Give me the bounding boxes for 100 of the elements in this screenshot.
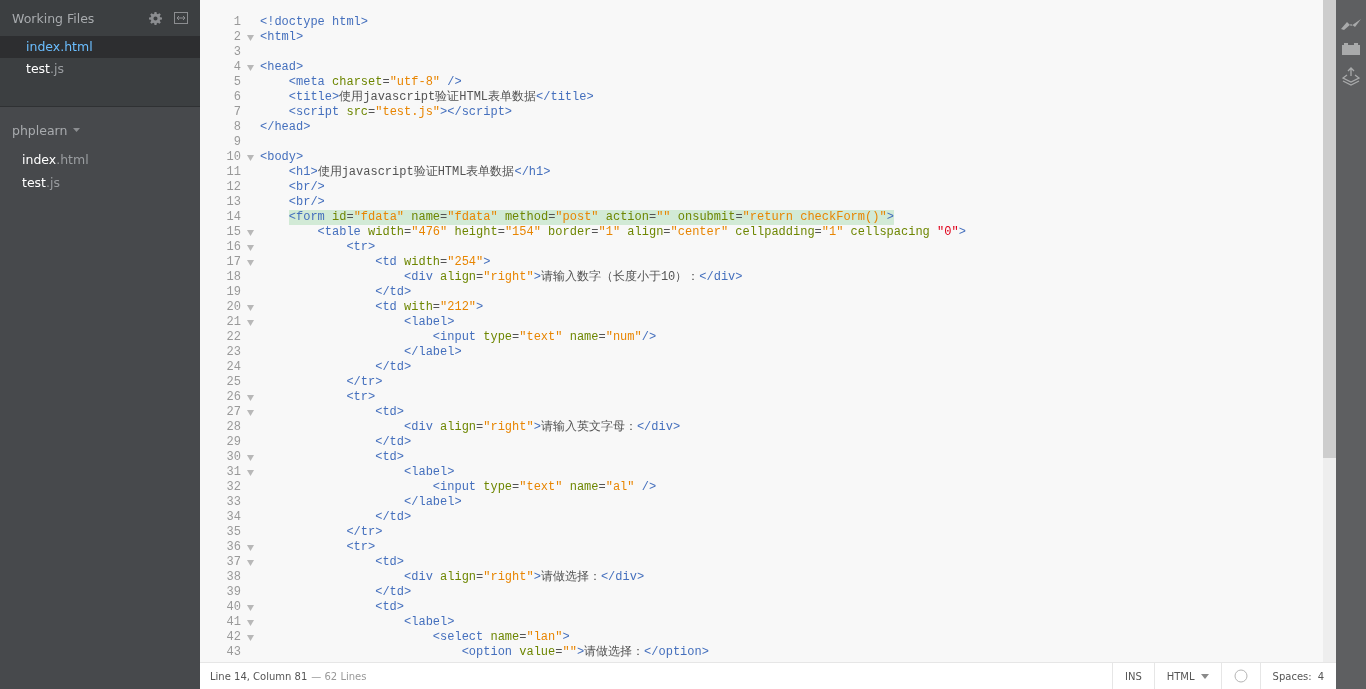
code-line: <label> [404,465,455,480]
caret-icon[interactable] [73,128,81,132]
code-line: </label> [404,495,462,510]
fold-arrow-icon[interactable] [247,604,254,611]
code-line: <option value="">请做选择：</option> [461,645,709,660]
working-files-title: Working Files [12,10,96,26]
line-number: 5 [232,75,241,90]
line-number: 38 [225,570,241,585]
fold-arrow-icon[interactable] [247,559,254,566]
code-line: <body> [260,150,304,165]
caret-icon [1200,673,1209,679]
line-number: 7 [232,105,241,120]
code-line: <table width="476" height="154" border="1" align="center" cellpadding="1" cellspacing "0"> [317,225,966,240]
cursor-position: Line 14, Column 81 [210,670,308,682]
settings-icon[interactable] [149,11,162,25]
line-number: 2 [232,30,241,45]
working-file-item[interactable]: index.html [0,36,200,58]
line-number: 28 [225,420,241,435]
code-line: </td> [375,585,412,600]
line-number: 24 [225,360,241,375]
line-number: 17 [225,255,241,270]
fold-arrow-icon[interactable] [247,229,254,236]
fold-arrow-icon[interactable] [247,544,254,551]
code-line: <label> [404,315,455,330]
line-number: 25 [225,375,241,390]
line-number: 21 [225,315,241,330]
line-number: 29 [225,435,241,450]
fold-arrow-icon[interactable] [247,409,254,416]
code-line: </td> [375,510,412,525]
code-line: <tr> [346,540,376,555]
language-dropdown[interactable]: HTML [1153,663,1221,689]
line-number: 12 [225,180,241,195]
fold-arrow-icon[interactable] [247,34,254,41]
lint-status-icon[interactable] [1233,669,1248,683]
lightning-icon[interactable] [1341,18,1361,30]
line-number: 22 [225,330,241,345]
code-line: </head> [260,120,311,135]
line-number: 13 [225,195,241,210]
fold-arrow-icon[interactable] [247,634,254,641]
scrollbar-thumb[interactable] [1323,0,1336,458]
code-line: <head> [260,60,304,75]
fold-arrow-icon[interactable] [247,319,254,326]
brick-icon[interactable] [1342,42,1360,55]
code-line: <input type="text" name="num"/> [432,330,657,345]
code-line: <div align="right">请做选择：</div> [404,570,645,585]
line-number: 40 [225,600,241,615]
project-file-item[interactable]: test.js [0,171,200,194]
fold-arrow-icon[interactable] [247,304,254,311]
line-number: 18 [225,270,241,285]
code-line: <br/> [288,195,325,210]
line-number: 19 [225,285,241,300]
fold-arrow-icon[interactable] [247,64,254,71]
project-name[interactable]: phplearn [12,122,68,138]
code-line: <input type="text" name="al" /> [432,480,657,495]
line-number: 36 [225,540,241,555]
fold-arrow-icon[interactable] [247,259,254,266]
code-line: </td> [375,435,412,450]
line-number: 30 [225,450,241,465]
line-number: 43 [225,645,241,660]
code-line: <div align="right">请输入数字（长度小于10）：</div> [404,270,743,285]
line-number: 15 [225,225,241,240]
code-line: <td> [375,555,405,570]
code-line: <td> [375,450,405,465]
fold-arrow-icon[interactable] [247,394,254,401]
project-file-item[interactable]: index.html [0,148,200,171]
line-number: 32 [225,480,241,495]
line-number: 26 [225,390,241,405]
line-number: 14 [225,210,241,225]
split-view-icon[interactable] [174,12,188,24]
line-number: 6 [232,90,241,105]
code-line: <div align="right">请输入英文字母：</div> [404,420,681,435]
line-number: 35 [225,525,241,540]
code-line: <script src="test.js"></script> [288,105,513,120]
code-line: <title>使用javascript验证HTML表单数据</title> [288,90,594,105]
fold-arrow-icon[interactable] [247,154,254,161]
indent-label: Spaces: [1272,670,1312,682]
line-number: 41 [225,615,241,630]
fold-arrow-icon[interactable] [247,619,254,626]
line-number: 39 [225,585,241,600]
insert-mode-toggle[interactable]: INS [1111,663,1154,689]
line-number: 20 [225,300,241,315]
code-line: </td> [375,360,412,375]
layers-upload-icon[interactable] [1342,67,1360,87]
fold-arrow-icon[interactable] [247,454,254,461]
code-line: <td> [375,405,405,420]
code-line: <select name="lan"> [432,630,570,645]
code-line: <tr> [346,240,376,255]
line-count: — 62 Lines [311,670,367,682]
indent-size[interactable]: 4 [1317,670,1324,682]
fold-arrow-icon[interactable] [247,469,254,476]
line-number: 10 [225,150,241,165]
code-line: <html> [260,30,304,45]
line-number: 42 [225,630,241,645]
code-line: <td> [375,600,405,615]
line-number: 23 [225,345,241,360]
fold-arrow-icon[interactable] [247,244,254,251]
line-number: 8 [232,120,241,135]
code-line: <label> [404,615,455,630]
code-line: </td> [375,285,412,300]
working-file-item[interactable]: test.js [0,58,200,80]
